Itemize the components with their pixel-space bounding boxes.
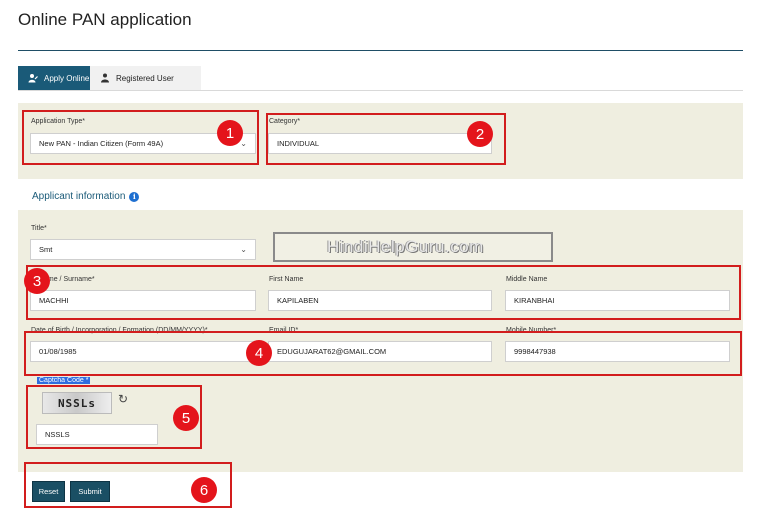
captcha-label: Captcha Code * [37, 377, 91, 384]
page-title: Online PAN application [18, 10, 192, 29]
annotation-badge-2: 2 [467, 121, 493, 147]
annotation-badge-1: 1 [217, 120, 243, 146]
info-icon[interactable]: i [129, 191, 140, 202]
annotation-badge-4: 4 [246, 340, 272, 366]
annotation-box-4 [24, 331, 742, 376]
users-icon [101, 73, 109, 83]
annotation-badge-3: 3 [24, 268, 50, 294]
title-select[interactable]: Smt ⌄ [30, 239, 256, 260]
chevron-down-icon: ⌄ [240, 245, 247, 254]
applicant-information-heading: Applicant information i [32, 191, 140, 202]
tab-bar: Apply Online Registered User [18, 66, 743, 91]
section-heading-text: Applicant information [32, 191, 126, 202]
title-divider [18, 50, 743, 51]
tab-label: Registered User [116, 73, 174, 83]
annotation-box-3 [26, 265, 741, 320]
tab-apply-online[interactable]: Apply Online [18, 66, 90, 90]
annotation-badge-5: 5 [173, 405, 199, 431]
annotation-badge-6: 6 [191, 477, 217, 503]
tab-registered-user[interactable]: Registered User [90, 66, 201, 90]
user-edit-icon [28, 74, 38, 83]
title-value: Smt [39, 245, 53, 254]
watermark: HindiHelpGuru.com [273, 232, 553, 262]
tab-label: Apply Online [44, 73, 90, 83]
title-label: Title* [31, 225, 47, 232]
